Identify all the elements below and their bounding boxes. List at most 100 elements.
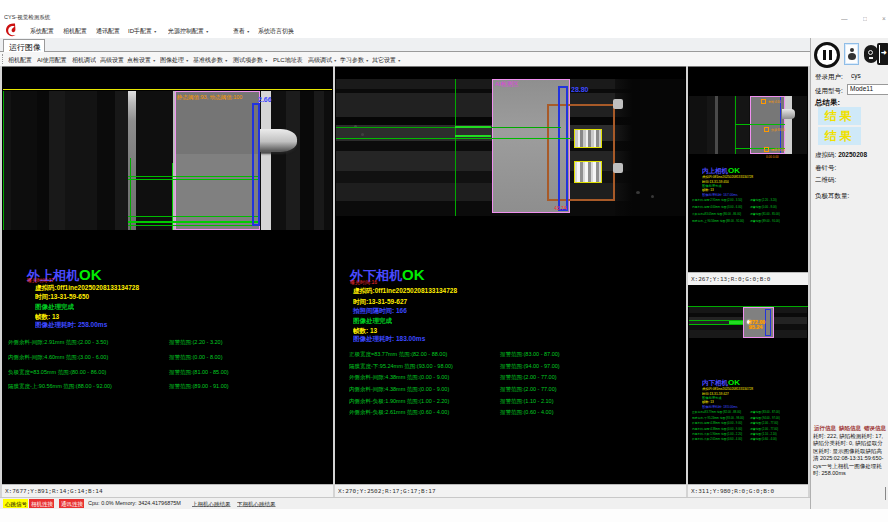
- tab-run-image[interactable]: 运行图像: [3, 39, 45, 52]
- green-line-h2: [336, 138, 571, 139]
- measurement-row: 内侧余料-负极:1.90mm 范围:(1.00 - 2.20)报警范围:(1.1…: [349, 397, 686, 405]
- status-bar: 心跳信号 相机连接 通讯连接 Cpu: 0.0% Memory: 3424.41…: [0, 497, 810, 509]
- settings-button[interactable]: [864, 45, 878, 63]
- model-input[interactable]: Mode11: [847, 84, 888, 95]
- blue-measure-rect: [558, 86, 568, 211]
- menu-light-config[interactable]: 光源控制配置▼: [168, 27, 209, 36]
- app-window: CYS-视觉检测系统 — □ × 系统配置 相机配置 通讯配置 ID手配置▼ 光…: [0, 0, 888, 522]
- virtual-code: 虚拟码:0ff1ine20250208133134728: [35, 283, 139, 292]
- camera-view-lower-inner[interactable]: 272.0095.24 内下相机OK 虚拟码:0ff1ine2025020813…: [688, 285, 808, 484]
- dropdown-arrow-icon: ▼: [398, 59, 401, 63]
- log-tab-error[interactable]: 错误信息: [864, 424, 886, 432]
- menu-view[interactable]: 查看▼: [233, 27, 250, 36]
- exposure-label: 曝光时间:16: [350, 279, 377, 286]
- measurement-row: 隔膜宽度-上:90.56mm 范围:(88.00 - 92.00)报警范围:(8…: [692, 219, 807, 223]
- threshold-label: 静态阈值:93, 动态阈值:100: [177, 93, 242, 101]
- measurement-row: 外侧余料-间隙:4.38mm 范围:(0.00 - 9.00)报警范围:(2.0…: [692, 421, 807, 425]
- tab-strip: 运行图像: [0, 38, 810, 52]
- green-dash2: [455, 135, 491, 137]
- tool-test-params[interactable]: 测试项参数▼: [233, 56, 268, 65]
- dropdown-arrow-icon: ▼: [186, 59, 189, 63]
- green-line-v2: [172, 163, 173, 230]
- camera-view-upper-outer[interactable]: 静态阈值:93, 动态阈值:100 2.66 外上相机OK 曝光时间:17 虚拟…: [2, 66, 333, 484]
- tool-camera-config[interactable]: 相机配置: [8, 56, 32, 65]
- orange-marker-3: [764, 147, 769, 152]
- camera-view-upper-inner[interactable]: 余料:4.60 负极:83.05 隔膜:90.56 0.00 0.00 内上相机…: [688, 66, 808, 272]
- green-line-h1: [735, 124, 785, 125]
- control-panel: ➜ 登录用户: cys 使用型号: Mode11 总结果: 结果 结果 虚拟码:…: [810, 38, 888, 509]
- dropdown-arrow-icon: ▼: [366, 59, 369, 63]
- measurement-row: 外侧余料-间隙:4.38mm 范围:(0.00 - 9.00)报警范围:(2.0…: [349, 373, 686, 381]
- green-line-v: [455, 79, 456, 216]
- cpu-memory-text: Cpu: 0.0% Memory: 3424.41796875M: [88, 500, 181, 506]
- blue-measure-value: 28.80: [571, 85, 589, 93]
- tool-advanced-debug[interactable]: 高级调试▼: [308, 56, 337, 65]
- clip-mark-2: [613, 163, 623, 173]
- settings-icon: [868, 50, 873, 55]
- virtual-code: 虚拟码:0ff1ine20250208133134728: [353, 286, 457, 295]
- blue-measure-value: 2.66: [258, 95, 272, 103]
- menu-camera-config[interactable]: 相机配置: [63, 27, 87, 36]
- title-bar: [0, 12, 888, 22]
- orange-marker-1: [761, 99, 766, 104]
- measurement-row: 外侧余料-间隙:2.91mm 范围:(2.00 - 3.50)报警范围:(2.2…: [692, 198, 807, 202]
- yellow-reference-line: [3, 89, 332, 90]
- camera-image: 静态阈值:93, 动态阈值:100 2.66: [3, 91, 332, 230]
- process-elapsed: 图像处理耗时: 167.00ms: [702, 193, 738, 198]
- exit-button[interactable]: ➜: [877, 43, 888, 65]
- green-line-v: [735, 96, 736, 154]
- window-title: CYS-视觉检测系统: [4, 13, 50, 21]
- orange-marker-label: 隔膜:90.56: [771, 148, 785, 152]
- frame-count: 帧数: 13: [702, 400, 714, 405]
- menu-language-switch[interactable]: 系统语言切换: [258, 27, 294, 36]
- green-line-h1: [336, 127, 561, 128]
- model-label: 使用型号:: [815, 86, 843, 95]
- dropdown-arrow-icon: ▼: [225, 59, 228, 63]
- app-logo-icon: [3, 22, 19, 38]
- tool-plc-address[interactable]: PLC地址表: [273, 56, 303, 65]
- exit-arrow-icon: ➜: [881, 48, 887, 56]
- green-line-h2: [689, 324, 743, 325]
- tab-region-2: [574, 161, 602, 183]
- camera-image: AI检测区 28.80 43.74: [336, 79, 685, 216]
- tool-ai-config[interactable]: AI使用配置: [37, 56, 67, 65]
- green-line-h3: [128, 216, 260, 217]
- log-scrollbar[interactable]: [885, 487, 886, 500]
- camera-connect-badge: 相机连接: [29, 499, 54, 508]
- upper-camera-result[interactable]: 上相机心跳结果: [192, 500, 231, 508]
- green-dash1: [455, 126, 491, 128]
- dropdown-arrow-icon: ▼: [247, 30, 250, 34]
- measurement-row: 外侧余料-负极:2.61mm 范围:(0.60 - 4.00)报警范围:(0.6…: [692, 437, 807, 441]
- user-button[interactable]: [844, 43, 859, 65]
- tool-learn-params[interactable]: 学习参数▼: [340, 56, 369, 65]
- measurement-row: 隔膜宽度-上:90.56mm 范围:(88.00 - 92.00)报警范围:(8…: [8, 382, 333, 390]
- tool-baseline-params[interactable]: 基准线参数▼: [193, 56, 228, 65]
- tool-camera-debug[interactable]: 相机调试: [72, 56, 96, 65]
- white-strip: [785, 96, 792, 154]
- camera-image: 272.0095.24: [689, 307, 807, 338]
- tool-image-process[interactable]: 图像处理▼: [160, 56, 189, 65]
- log-tab-defect[interactable]: 缺陷信息: [839, 424, 861, 432]
- menu-system-config[interactable]: 系统配置: [30, 27, 54, 36]
- tab-region-1: [574, 129, 602, 148]
- speck: [636, 191, 640, 194]
- pixel-coordinate-bar: X:270;Y:2502;R:17;G:17;B:17: [335, 484, 686, 497]
- tool-advanced-settings[interactable]: 高级设置: [100, 56, 124, 65]
- camera-view-lower-outer[interactable]: AI检测区 28.80 43.74 外下相机OK 曝光时间:16 虚拟码:0ff…: [335, 66, 686, 484]
- clip-mark-1: [613, 99, 623, 109]
- measurement-row: 外侧余料-负极:2.61mm 范围:(0.60 - 4.00)报警范围:(0.6…: [349, 408, 686, 416]
- log-tab-run[interactable]: 运行信息: [814, 424, 836, 432]
- lower-camera-result[interactable]: 下相机心跳结果: [237, 500, 276, 508]
- orange-marker-2: [764, 127, 769, 132]
- electrode-region: [175, 91, 260, 230]
- menu-comm-config[interactable]: 通讯配置: [96, 27, 120, 36]
- menu-bar: 系统配置 相机配置 通讯配置 ID手配置▼ 光源控制配置▼ 查看▼ 系统语言切换: [0, 22, 888, 38]
- speck: [651, 195, 654, 198]
- menu-id-config[interactable]: ID手配置▼: [128, 27, 157, 36]
- process-elapsed: 图像处理耗时: 258.00ms: [35, 320, 107, 329]
- pause-button[interactable]: [814, 42, 840, 68]
- tool-spot-check[interactable]: 点检设置▼: [127, 56, 156, 65]
- vcode-label: 虚拟码: 20250208: [815, 150, 867, 159]
- tool-other-settings[interactable]: 其它设置▼: [372, 56, 401, 65]
- virtual-code: 虚拟码:0ff1ine20250208133134728: [702, 387, 753, 392]
